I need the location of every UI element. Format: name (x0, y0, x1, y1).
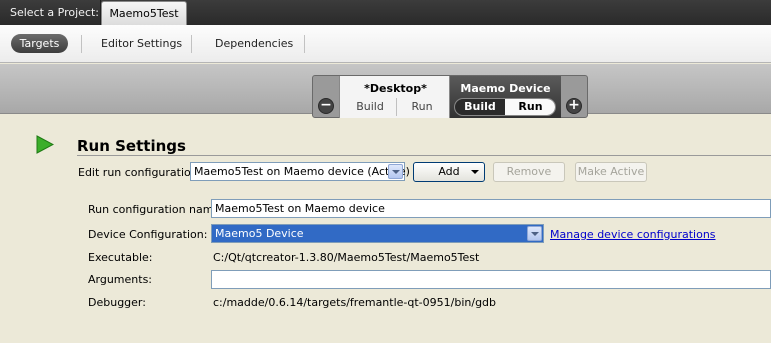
config-name-label: Run configuration name: (88, 203, 224, 216)
debugger-value: c:/madde/0.6.14/targets/fremantle-qt-095… (213, 296, 497, 309)
desktop-divider (396, 98, 397, 116)
nav-divider (304, 35, 305, 53)
settings-nav: Targets Editor Settings Dependencies (0, 25, 771, 63)
device-config-value: Maemo5 Device (215, 227, 304, 240)
device-config-label: Device Configuration: (88, 228, 208, 241)
section-divider (77, 155, 771, 156)
chevron-down-icon[interactable] (527, 226, 542, 241)
select-project-label: Select a Project: (0, 0, 101, 25)
dropdown-arrow-icon (471, 170, 479, 174)
run-settings-title: Run Settings (77, 137, 186, 155)
maemo-build-button[interactable]: Build (455, 99, 505, 115)
target-maemo-title: Maemo Device (460, 82, 551, 95)
maemo-build-run-toggle: Build Run (454, 98, 556, 116)
desktop-build-button[interactable]: Build (346, 100, 394, 113)
edit-run-config-label: Edit run configuration: (78, 166, 202, 179)
target-maemo[interactable]: Maemo Device Build Run (450, 76, 561, 118)
add-button[interactable]: Add (413, 162, 485, 182)
executable-value: C:/Qt/qtcreator-1.3.80/Maemo5Test/Maemo5… (213, 251, 480, 264)
remove-button[interactable]: Remove (493, 162, 565, 182)
tab-dependencies[interactable]: Dependencies (215, 35, 293, 53)
desktop-run-button[interactable]: Run (400, 100, 444, 113)
remove-target-icon[interactable]: − (318, 98, 334, 114)
project-bar: Select a Project: Maemo5Test (0, 0, 771, 25)
config-name-value: Maemo5Test on Maemo device (215, 202, 385, 215)
add-target-icon[interactable]: + (566, 98, 582, 114)
config-name-field[interactable]: Maemo5Test on Maemo device (211, 199, 771, 218)
target-desktop[interactable]: *Desktop* Build Run (339, 76, 450, 118)
make-active-button[interactable]: Make Active (575, 162, 647, 182)
chevron-down-icon[interactable] (388, 164, 403, 179)
tab-targets[interactable]: Targets (11, 34, 68, 53)
run-config-select[interactable]: Maemo5Test on Maemo device (Active) (190, 162, 410, 181)
device-config-select[interactable]: Maemo5 Device (211, 224, 544, 243)
arguments-label: Arguments: (88, 273, 153, 286)
play-icon (36, 135, 54, 154)
nav-divider (191, 35, 192, 53)
add-button-label: Add (438, 165, 460, 178)
executable-label: Executable: (88, 251, 153, 264)
run-config-value: Maemo5Test on Maemo device (Active) (194, 165, 410, 178)
arguments-field[interactable] (211, 270, 771, 289)
maemo-run-button[interactable]: Run (505, 99, 555, 115)
project-tab[interactable]: Maemo5Test (101, 1, 187, 25)
debugger-label: Debugger: (88, 296, 146, 309)
manage-device-configs-link[interactable]: Manage device configurations (550, 228, 716, 241)
tab-editor-settings[interactable]: Editor Settings (101, 35, 182, 53)
target-desktop-title: *Desktop* (364, 82, 427, 95)
nav-divider (81, 35, 82, 53)
